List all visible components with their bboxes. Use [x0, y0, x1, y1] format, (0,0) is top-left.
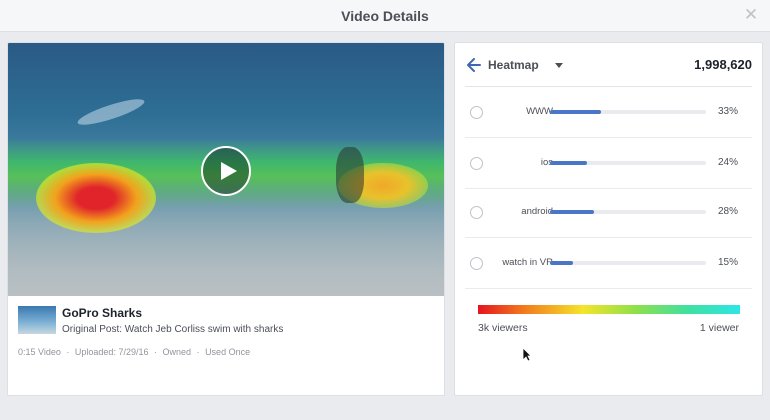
- share-bar-track: [550, 261, 706, 265]
- share-bar-fill: [550, 210, 594, 214]
- video-meta: 0:15 Video · Uploaded: 7/29/16 · Owned ·…: [18, 347, 250, 357]
- video-thumbnail[interactable]: [18, 306, 56, 334]
- play-icon: [221, 162, 237, 180]
- platform-row-watch-in-vr[interactable]: watch in VR 15%: [465, 239, 752, 289]
- heatmap-card: Heatmap 1,998,620 WWW 33% ios 24% androi…: [454, 42, 763, 396]
- meta-duration: 0:15 Video: [18, 347, 61, 357]
- dialog-title: Video Details: [341, 8, 429, 24]
- color-scale-min-label: 1 viewer: [699, 322, 739, 334]
- meta-separator: ·: [153, 347, 157, 357]
- meta-uploaded: Uploaded: 7/29/16: [74, 347, 149, 357]
- platform-percent: 33%: [717, 106, 738, 117]
- platform-label: android: [521, 206, 553, 217]
- video-card: GoPro Sharks Original Post: Watch Jeb Co…: [7, 42, 445, 396]
- platform-row-android[interactable]: android 28%: [465, 188, 752, 238]
- heatmap-hotspot-left: [36, 163, 156, 233]
- share-bar-fill: [550, 261, 574, 265]
- platform-percent: 24%: [717, 157, 738, 168]
- color-scale-max-label: 3k viewers: [478, 322, 528, 334]
- share-bar-fill: [550, 110, 602, 114]
- shark-shape: [75, 94, 147, 130]
- back-arrow-icon[interactable]: [467, 58, 481, 72]
- close-icon[interactable]: ✕: [742, 6, 760, 24]
- share-bar-track: [550, 110, 706, 114]
- share-bar-track: [550, 210, 706, 214]
- platform-percent: 15%: [717, 257, 738, 268]
- play-button[interactable]: [201, 146, 251, 196]
- share-bar-track: [550, 161, 706, 165]
- radio-button[interactable]: [470, 157, 483, 170]
- caret-down-icon[interactable]: [555, 63, 563, 68]
- meta-used: Used Once: [205, 347, 251, 357]
- radio-button[interactable]: [470, 106, 483, 119]
- meta-separator: ·: [66, 347, 70, 357]
- meta-separator: ·: [196, 347, 200, 357]
- heatmap-total-views: 1,998,620: [694, 57, 752, 72]
- meta-owned: Owned: [162, 347, 192, 357]
- platform-row-www[interactable]: WWW 33%: [465, 88, 752, 138]
- video-title[interactable]: GoPro Sharks: [62, 306, 142, 320]
- radio-button[interactable]: [470, 206, 483, 219]
- platform-percent: 28%: [717, 206, 738, 217]
- sand-floor: [8, 226, 444, 296]
- heatmap-dropdown-label[interactable]: Heatmap: [488, 58, 539, 72]
- heatmap-color-scale: [478, 305, 740, 314]
- radio-button[interactable]: [470, 257, 483, 270]
- dialog-titlebar: Video Details ✕: [0, 0, 770, 32]
- video-player[interactable]: [8, 43, 444, 296]
- diver-shape: [336, 147, 364, 203]
- platform-label: ios: [540, 157, 553, 168]
- share-bar-fill: [550, 161, 588, 165]
- platform-label: watch in VR: [502, 257, 553, 268]
- heatmap-header: Heatmap 1,998,620: [465, 43, 752, 87]
- platform-row-ios[interactable]: ios 24%: [465, 139, 752, 189]
- mouse-cursor-icon: [522, 347, 532, 362]
- platform-label: WWW: [526, 106, 553, 117]
- video-original-post: Original Post: Watch Jeb Corliss swim wi…: [62, 324, 284, 335]
